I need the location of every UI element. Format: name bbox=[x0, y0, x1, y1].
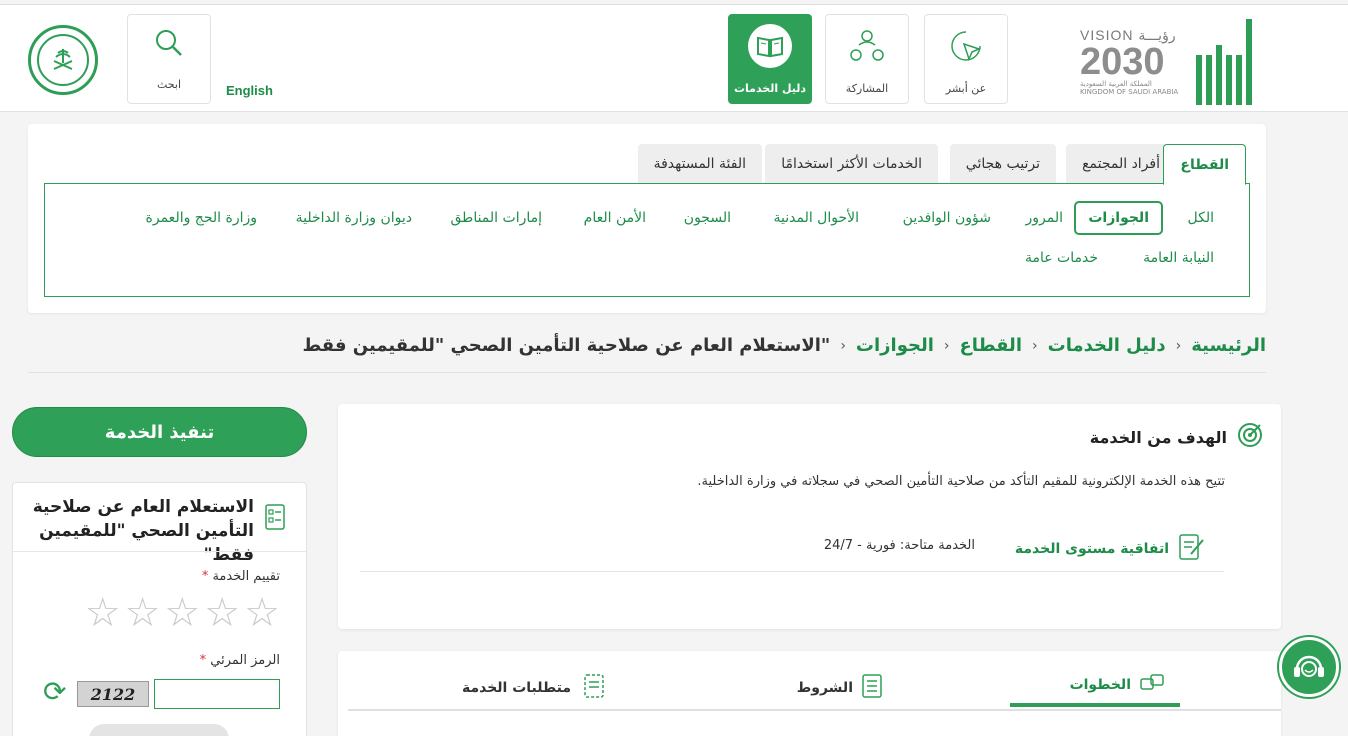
rating-stars: ☆ ☆ ☆ ☆ ☆ bbox=[85, 591, 280, 635]
breadcrumb-separator: › bbox=[943, 337, 950, 354]
nav-participation-label: المشاركة bbox=[845, 81, 889, 95]
search-button[interactable]: ابحث bbox=[127, 14, 211, 104]
vision-year: 2030 bbox=[1080, 41, 1165, 83]
tab-steps-label: الخطوات bbox=[1069, 677, 1131, 693]
required-mark: * bbox=[201, 569, 209, 584]
service-rating-card: الاستعلام العام عن صلاحية التأمين الصحي … bbox=[12, 482, 307, 736]
divider bbox=[360, 571, 1224, 572]
active-tab-indicator bbox=[1010, 703, 1180, 707]
service-title: الاستعلام العام عن صلاحية التأمين الصحي … bbox=[32, 497, 254, 565]
agreement-document-icon bbox=[1177, 532, 1205, 566]
nav-service-guide-label: دليل الخدمات bbox=[733, 81, 807, 95]
participation-icon bbox=[845, 24, 889, 68]
service-availability: الخدمة متاحة: فورية - 24/7 bbox=[823, 538, 975, 553]
divider bbox=[13, 551, 306, 552]
refresh-captcha-icon[interactable]: ⟳ bbox=[43, 677, 66, 707]
captcha-label: الرمز المرئي * bbox=[200, 653, 280, 668]
chip-passports[interactable]: الجوازات bbox=[1074, 201, 1163, 235]
chip-traffic[interactable]: المرور bbox=[1026, 210, 1064, 226]
tab-requirements[interactable]: متطلبات الخدمة bbox=[462, 673, 609, 703]
filter-card: القطاع أفراد المجتمع ترتيب هجائي الخدمات… bbox=[28, 124, 1266, 313]
chip-region-emirates[interactable]: إمارات المناطق bbox=[451, 210, 543, 226]
steps-icon bbox=[1139, 673, 1165, 697]
form-document-icon bbox=[264, 503, 286, 535]
requirements-icon bbox=[579, 673, 609, 703]
sector-filter-panel: الكل الجوازات المرور شؤون الوافدين الأحو… bbox=[44, 183, 1250, 297]
breadcrumb-current-page: الاستعلام العام عن صلاحية التأمين الصحي … bbox=[302, 335, 831, 356]
tab-most-used[interactable]: الخدمات الأكثر استخدامًا bbox=[765, 144, 938, 183]
search-icon bbox=[154, 28, 184, 62]
star-icon[interactable]: ☆ bbox=[85, 591, 121, 635]
goal-title: الهدف من الخدمة bbox=[1089, 427, 1227, 447]
service-details-tabs: الخطوات الشروط متطلبات الخدمة bbox=[338, 651, 1281, 736]
captcha-image: 2122 bbox=[77, 681, 149, 707]
service-title-block: الاستعلام العام عن صلاحية التأمين الصحي … bbox=[24, 495, 286, 567]
star-icon[interactable]: ☆ bbox=[204, 591, 240, 635]
breadcrumb-separator: › bbox=[840, 337, 846, 354]
rating-label: تقييم الخدمة * bbox=[202, 569, 280, 584]
search-label: ابحث bbox=[156, 77, 182, 91]
star-icon[interactable]: ☆ bbox=[164, 591, 200, 635]
tab-target-group[interactable]: الفئة المستهدفة bbox=[637, 144, 762, 183]
captcha-input[interactable] bbox=[154, 679, 280, 709]
service-goal-card: الهدف من الخدمة تتيح هذه الخدمة الإلكترو… bbox=[338, 404, 1281, 629]
absher-logo[interactable] bbox=[1196, 17, 1260, 105]
goal-heading: الهدف من الخدمة bbox=[1090, 422, 1263, 452]
star-icon[interactable]: ☆ bbox=[125, 591, 161, 635]
vision-sub-ar: المملكة العربية السعودية bbox=[1080, 80, 1152, 88]
chip-all[interactable]: الكل bbox=[1188, 210, 1215, 226]
breadcrumb-separator: › bbox=[1175, 337, 1182, 354]
star-icon[interactable]: ☆ bbox=[244, 591, 280, 635]
breadcrumb-separator: › bbox=[1032, 337, 1038, 354]
tab-requirements-label: متطلبات الخدمة bbox=[461, 680, 571, 696]
tab-conditions-label: الشروط bbox=[796, 680, 853, 696]
chip-moi-diwan[interactable]: ديوان وزارة الداخلية bbox=[296, 210, 412, 226]
required-mark: * bbox=[199, 653, 207, 668]
nav-participation[interactable]: المشاركة bbox=[825, 14, 909, 104]
divider bbox=[28, 372, 1266, 373]
tab-steps[interactable]: الخطوات bbox=[1070, 673, 1165, 697]
breadcrumb-sector[interactable]: القطاع bbox=[960, 335, 1022, 356]
submit-rating-button[interactable] bbox=[89, 724, 229, 736]
breadcrumb-home[interactable]: الرئيسية bbox=[1191, 335, 1266, 356]
nav-about-absher-label: عن أبشر bbox=[945, 81, 987, 95]
tab-alphabetical[interactable]: ترتيب هجائي bbox=[949, 144, 1056, 183]
tab-conditions[interactable]: الشروط bbox=[797, 673, 883, 703]
site-header: ابحث English دليل الخدمات المشاركة عن أب… bbox=[0, 4, 1348, 112]
target-icon bbox=[1237, 422, 1263, 452]
execute-service-button[interactable]: تنفيذ الخدمة bbox=[12, 407, 307, 457]
chip-general-services[interactable]: خدمات عامة bbox=[1025, 250, 1098, 266]
nav-service-guide[interactable]: دليل الخدمات bbox=[728, 14, 812, 104]
breadcrumb-passports[interactable]: الجوازات bbox=[856, 335, 934, 356]
support-chat-icon[interactable] bbox=[1279, 637, 1339, 697]
chip-public-prosecution[interactable]: النيابة العامة bbox=[1143, 250, 1214, 266]
vision-2030-logo[interactable]: VISION رؤيـــة 2030 المملكة العربية السع… bbox=[1080, 27, 1188, 105]
checklist-icon bbox=[861, 673, 883, 703]
sla-link[interactable]: اتفاقية مستوى الخدمة bbox=[1015, 532, 1205, 566]
vision-sub-en: KINGDOM OF SAUDI ARABIA bbox=[1080, 88, 1179, 96]
rating-label-text: تقييم الخدمة bbox=[212, 569, 280, 584]
cursor-icon bbox=[944, 24, 988, 68]
sla-label: اتفاقية مستوى الخدمة bbox=[1014, 541, 1169, 557]
nav-about-absher[interactable]: عن أبشر bbox=[924, 14, 1008, 104]
palm-swords-icon bbox=[37, 34, 89, 86]
breadcrumb-service-guide[interactable]: دليل الخدمات bbox=[1048, 335, 1166, 356]
tabs-divider bbox=[348, 709, 1281, 711]
chip-public-security[interactable]: الأمن العام bbox=[584, 210, 646, 226]
moi-emblem-logo[interactable] bbox=[28, 25, 98, 95]
goal-description: تتيح هذه الخدمة الإلكترونية للمقيم التأك… bbox=[697, 474, 1225, 489]
tab-community-members[interactable]: أفراد المجتمع bbox=[1066, 144, 1176, 183]
chip-prisons[interactable]: السجون bbox=[684, 210, 731, 226]
captcha-label-text: الرمز المرئي bbox=[210, 653, 280, 668]
chip-hajj-ministry[interactable]: وزارة الحج والعمرة bbox=[146, 210, 257, 226]
english-language-link[interactable]: English bbox=[226, 83, 273, 98]
chip-civil-affairs[interactable]: الأحوال المدنية bbox=[774, 210, 860, 226]
book-icon bbox=[748, 23, 792, 68]
breadcrumb: الرئيسية › دليل الخدمات › القطاع › الجوا… bbox=[303, 335, 1266, 356]
chip-expat-affairs[interactable]: شؤون الوافدين bbox=[903, 210, 991, 226]
tab-sector[interactable]: القطاع bbox=[1163, 144, 1246, 185]
